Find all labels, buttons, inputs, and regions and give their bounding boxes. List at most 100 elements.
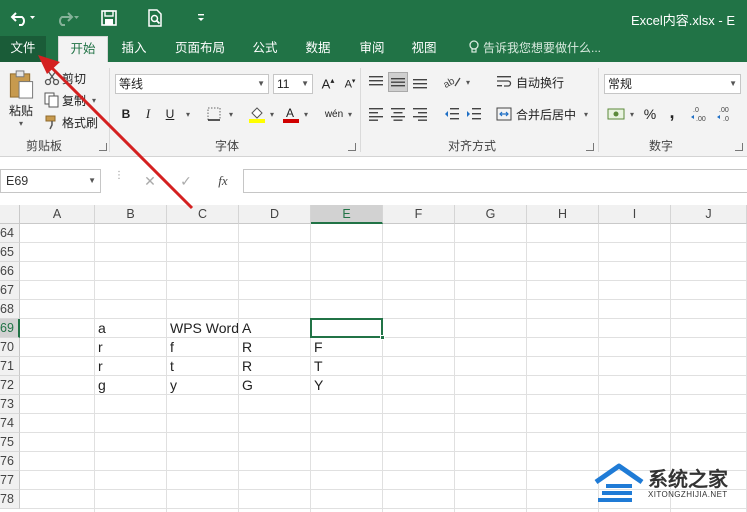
row-header-70[interactable]: 70 (0, 338, 20, 357)
row-header-75[interactable]: 75 (0, 433, 20, 452)
column-header-E[interactable]: E (311, 205, 383, 224)
decrease-font-button[interactable]: A▾ (340, 74, 360, 94)
tab-data[interactable]: 数据 (296, 36, 340, 62)
fill-color-dropdown[interactable]: ▾ (266, 104, 278, 124)
formula-input[interactable] (243, 169, 747, 193)
cut-button[interactable]: 剪切 (44, 68, 86, 88)
currency-button[interactable] (606, 104, 626, 124)
tab-view[interactable]: 视图 (402, 36, 446, 62)
insert-function-button[interactable]: fx (212, 169, 234, 193)
decrease-indent-button[interactable] (442, 104, 462, 124)
font-color-button[interactable]: A (281, 104, 301, 124)
print-preview-button[interactable] (143, 6, 167, 30)
row-header-73[interactable]: 73 (0, 395, 20, 414)
redo-button[interactable] (52, 6, 82, 30)
format-painter-button[interactable]: 格式刷 (44, 112, 98, 132)
row-header-71[interactable]: 71 (0, 357, 20, 376)
wrap-text-button[interactable]: 自动换行 (496, 72, 564, 92)
font-size-select[interactable]: 11 ▼ (273, 74, 313, 94)
row-header-64[interactable]: 64 (0, 224, 20, 243)
active-cell-E69[interactable] (310, 318, 383, 338)
phonetic-button[interactable]: wén (322, 104, 346, 124)
cell-E72[interactable]: Y (311, 376, 382, 394)
cell-C71[interactable]: t (167, 357, 238, 375)
name-box[interactable]: E69 ▼ (0, 169, 101, 193)
bold-button[interactable]: B (116, 104, 136, 124)
borders-button[interactable] (204, 104, 224, 124)
column-header-D[interactable]: D (239, 205, 311, 224)
cell-B69[interactable]: a (95, 319, 166, 337)
font-color-dropdown[interactable]: ▾ (300, 104, 312, 124)
cell-C70[interactable]: f (167, 338, 238, 356)
align-center-button[interactable] (388, 104, 408, 124)
undo-button[interactable] (8, 6, 38, 30)
tab-review[interactable]: 审阅 (350, 36, 394, 62)
align-top-button[interactable] (366, 72, 386, 92)
cell-D70[interactable]: R (239, 338, 310, 356)
customize-qat-button[interactable] (194, 6, 208, 30)
confirm-entry-button[interactable]: ✓ (176, 169, 196, 193)
merge-center-button[interactable]: 合并后居中 ▾ (496, 104, 588, 124)
currency-dropdown[interactable]: ▾ (626, 104, 638, 124)
tab-page-layout[interactable]: 页面布局 (168, 36, 232, 62)
number-format-select[interactable]: 常规 ▼ (604, 74, 741, 94)
cell-D69[interactable]: A (239, 319, 310, 337)
column-header-H[interactable]: H (527, 205, 599, 224)
percent-button[interactable]: % (640, 104, 660, 124)
cell-B71[interactable]: r (95, 357, 166, 375)
row-header-77[interactable]: 77 (0, 471, 20, 490)
row-header-76[interactable]: 76 (0, 452, 20, 471)
increase-decimal-button[interactable]: .0.00 (690, 104, 710, 124)
cancel-entry-button[interactable]: ✕ (140, 169, 160, 193)
column-header-A[interactable]: A (20, 205, 95, 224)
save-button[interactable] (98, 6, 120, 30)
row-header-65[interactable]: 65 (0, 243, 20, 262)
column-header-F[interactable]: F (383, 205, 455, 224)
italic-button[interactable]: I (138, 104, 158, 124)
row-header-69[interactable]: 69 (0, 319, 20, 338)
number-dialog-launcher[interactable] (735, 143, 743, 151)
font-name-select[interactable]: 等线 ▼ (115, 74, 269, 94)
cell-D72[interactable]: G (239, 376, 310, 394)
cell-C72[interactable]: y (167, 376, 238, 394)
cell-D71[interactable]: R (239, 357, 310, 375)
tab-home[interactable]: 开始 (58, 36, 108, 62)
orientation-dropdown[interactable]: ▾ (462, 72, 474, 92)
select-all-button[interactable] (0, 205, 20, 224)
column-header-C[interactable]: C (167, 205, 239, 224)
row-header-66[interactable]: 66 (0, 262, 20, 281)
orientation-button[interactable]: ab (442, 72, 462, 92)
row-header-67[interactable]: 67 (0, 281, 20, 300)
row-header-74[interactable]: 74 (0, 414, 20, 433)
column-header-G[interactable]: G (455, 205, 527, 224)
align-left-button[interactable] (366, 104, 386, 124)
tab-insert[interactable]: 插入 (112, 36, 156, 62)
fill-color-button[interactable] (247, 104, 267, 124)
tell-me-search[interactable]: 告诉我您想要做什么... (468, 36, 601, 62)
row-header-72[interactable]: 72 (0, 376, 20, 395)
cell-E71[interactable]: T (311, 357, 382, 375)
align-right-button[interactable] (410, 104, 430, 124)
increase-indent-button[interactable] (464, 104, 484, 124)
phonetic-dropdown[interactable]: ▾ (344, 104, 356, 124)
cell-E70[interactable]: F (311, 338, 382, 356)
align-middle-button[interactable] (388, 72, 408, 92)
borders-dropdown[interactable]: ▾ (225, 104, 237, 124)
cell-B72[interactable]: g (95, 376, 166, 394)
increase-font-button[interactable]: A▴ (318, 74, 338, 94)
paste-button[interactable]: 粘贴 ▾ (4, 70, 38, 128)
copy-button[interactable]: 复制 ▾ (44, 90, 96, 110)
tab-file[interactable]: 文件 (0, 36, 46, 62)
cell-B70[interactable]: r (95, 338, 166, 356)
clipboard-dialog-launcher[interactable] (99, 143, 107, 151)
tab-formulas[interactable]: 公式 (244, 36, 286, 62)
comma-button[interactable]: , (662, 102, 682, 122)
decrease-decimal-button[interactable]: .00.0 (716, 104, 736, 124)
formula-bar-grip[interactable]: ⋮ (114, 171, 124, 181)
cell-C69[interactable]: WPS Word (167, 319, 238, 337)
underline-dropdown[interactable]: ▾ (182, 104, 194, 124)
column-header-B[interactable]: B (95, 205, 167, 224)
alignment-dialog-launcher[interactable] (586, 143, 594, 151)
row-header-78[interactable]: 78 (0, 490, 20, 509)
align-bottom-button[interactable] (410, 72, 430, 92)
